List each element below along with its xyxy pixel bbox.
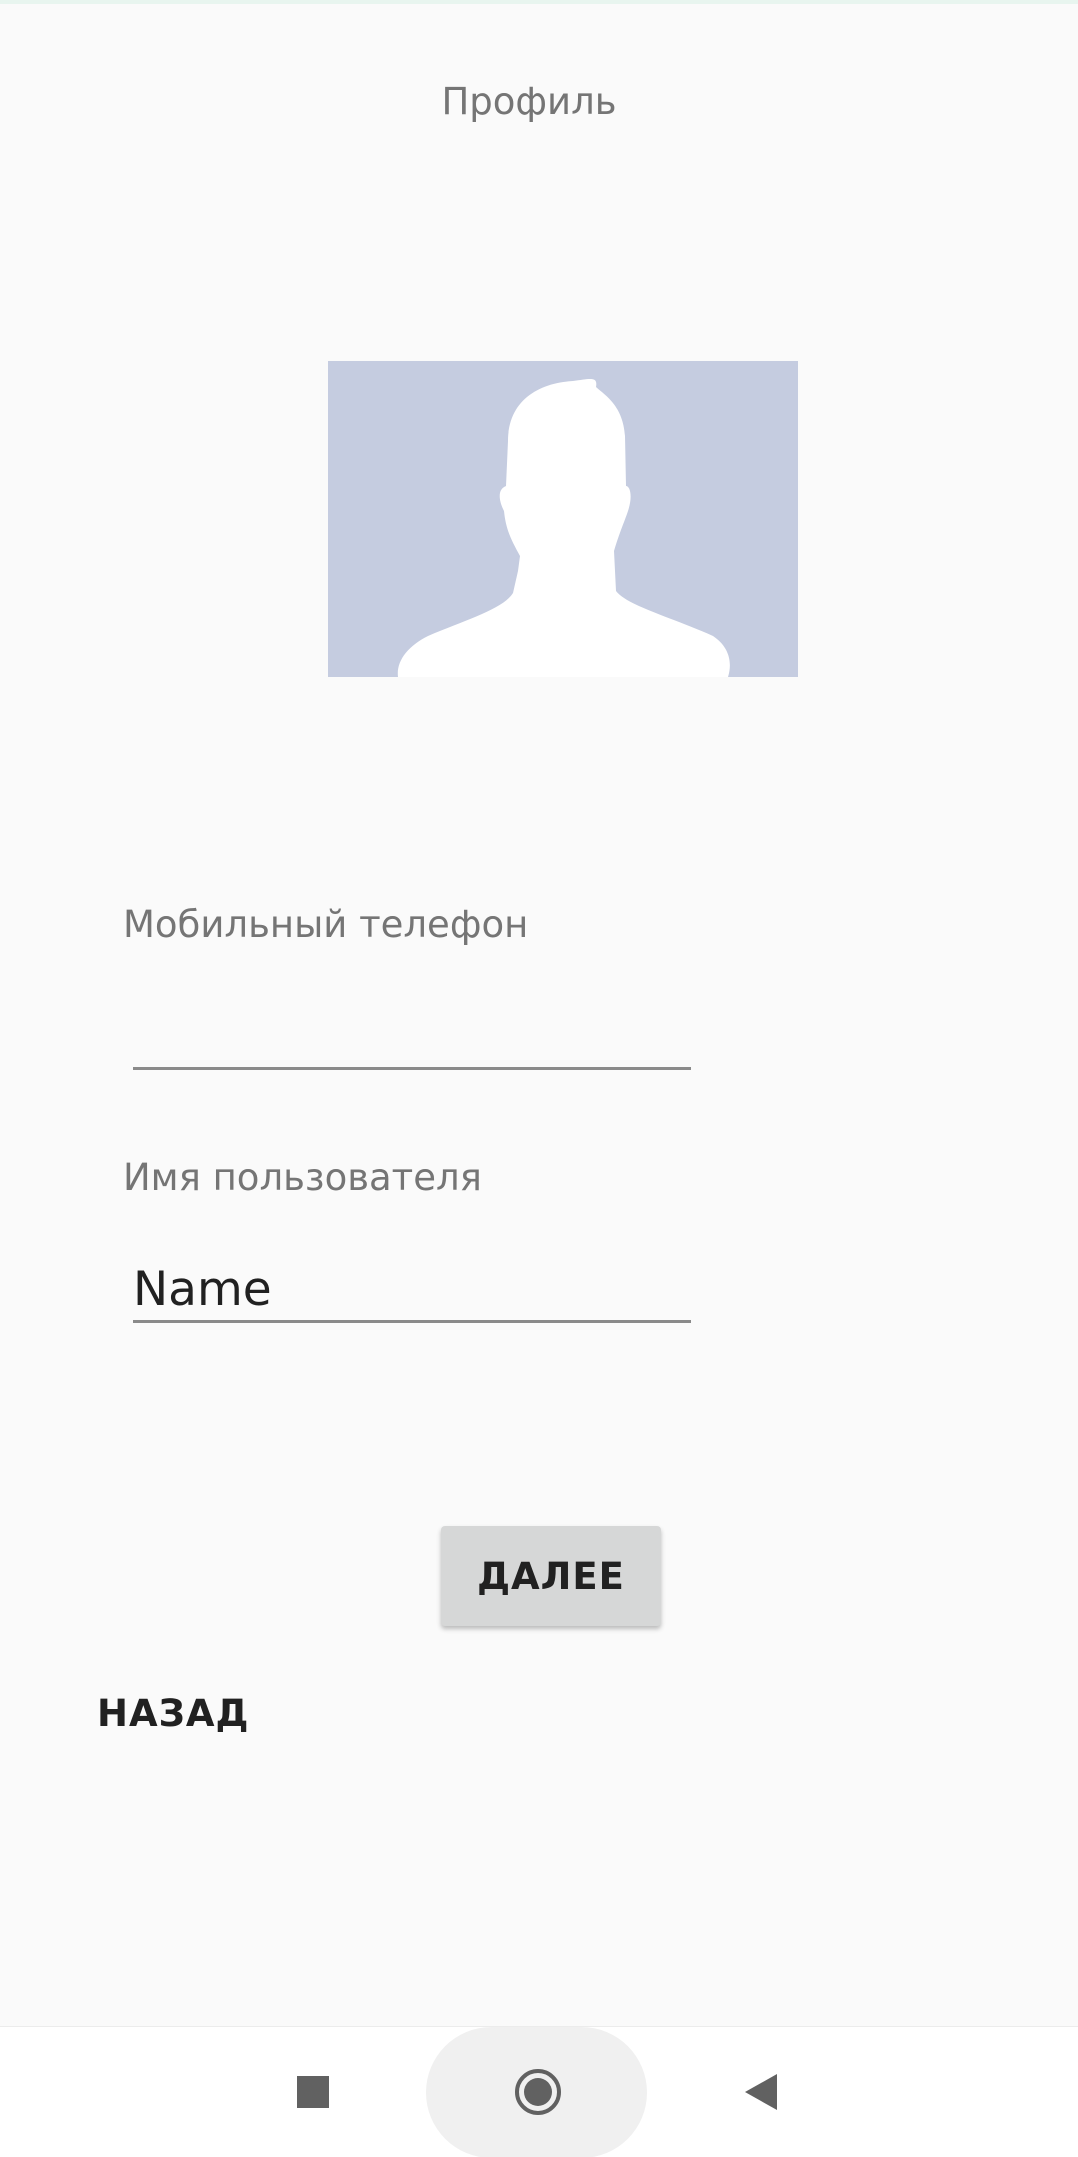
next-button[interactable]: ДАЛЕЕ: [441, 1526, 661, 1626]
profile-avatar[interactable]: [328, 361, 798, 677]
phone-label: Мобильный телефон: [123, 903, 529, 946]
triangle-back-icon: [745, 2074, 777, 2110]
back-nav-button[interactable]: [726, 2057, 796, 2127]
recents-button[interactable]: [283, 2057, 343, 2127]
square-icon: [297, 2076, 329, 2108]
username-input[interactable]: [133, 1259, 691, 1323]
username-label: Имя пользователя: [123, 1156, 482, 1199]
phone-input[interactable]: [133, 1006, 691, 1070]
status-strip: [0, 0, 1078, 4]
avatar-silhouette-icon: [397, 379, 730, 677]
home-button[interactable]: [503, 2057, 573, 2127]
profile-screen: Профиль Мобильный телефон Имя пользовате…: [0, 0, 1078, 2157]
circle-icon: [515, 2069, 561, 2115]
page-title: Профиль: [441, 80, 617, 123]
system-navigation-bar: [0, 2026, 1078, 2157]
back-button[interactable]: НАЗАД: [97, 1692, 257, 1742]
